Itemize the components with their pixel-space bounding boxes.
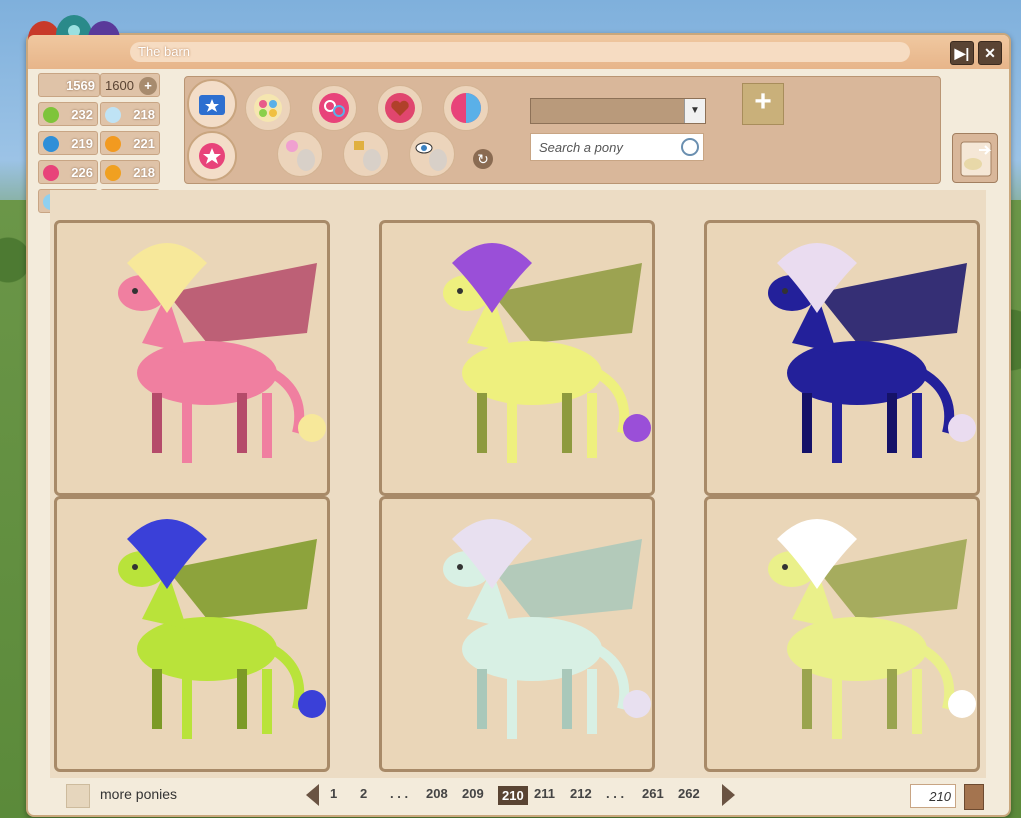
breeds-icon <box>254 94 282 122</box>
pony-card[interactable] <box>704 496 980 772</box>
paw-icon <box>105 165 121 181</box>
go-page-button[interactable] <box>964 784 984 810</box>
plus-icon: + <box>754 85 772 118</box>
skip-icon: ▶| <box>954 45 970 61</box>
page-number-value: 210 <box>929 789 951 804</box>
filter-love[interactable] <box>377 85 423 131</box>
search-placeholder: Search a pony <box>539 140 623 155</box>
filter-trophy-slot[interactable] <box>343 131 389 177</box>
stat-value: 218 <box>133 165 155 180</box>
stat-cloud: 218 <box>100 102 160 126</box>
title-bar[interactable]: The barn ▶| ✕ <box>28 35 1009 69</box>
pony-image <box>443 243 651 463</box>
close-icon: ✕ <box>984 45 996 61</box>
page-link[interactable]: 1 <box>330 786 337 801</box>
stat-water-drop: 219 <box>38 131 98 155</box>
pony-export-icon <box>960 141 992 177</box>
search-input[interactable]: Search a pony <box>530 133 704 161</box>
window-title: The barn <box>130 42 910 62</box>
heart-ring-icon <box>385 93 415 123</box>
pagination-bar: more ponies 1 2 . . . 208 209 210 211 212 . . . 2… <box>28 780 1009 810</box>
stat-apple: 232 <box>38 102 98 126</box>
trophy-drop-icon <box>354 141 381 171</box>
gender-icon <box>319 93 349 123</box>
add-filter-button[interactable]: + <box>742 83 784 125</box>
fire-icon <box>105 136 121 152</box>
filter-breeds[interactable] <box>245 85 291 131</box>
pony-image <box>443 519 651 739</box>
page-link[interactable]: 210 <box>498 786 528 805</box>
pony-image <box>118 519 326 739</box>
filter-eye-slot[interactable] <box>409 131 455 177</box>
page-link[interactable]: 208 <box>426 786 448 801</box>
pony-grid <box>50 190 986 778</box>
barn-window: The barn ▶| ✕ 1569 1600 + 232 218 219 221 22… <box>26 15 1011 817</box>
stat-value: 218 <box>133 107 155 122</box>
pony-card[interactable] <box>54 496 330 772</box>
pony-card[interactable] <box>54 220 330 496</box>
page-link[interactable]: 209 <box>462 786 484 801</box>
heart-icon <box>43 165 59 181</box>
close-button[interactable]: ✕ <box>978 41 1002 65</box>
tab-favorites[interactable] <box>187 131 237 181</box>
cloud-icon <box>105 107 121 123</box>
page-ellipsis: . . . <box>606 786 625 801</box>
stat-value: 219 <box>71 136 93 151</box>
more-ponies-label: more ponies <box>100 786 178 802</box>
stat-paw: 218 <box>100 160 160 184</box>
currency-max: 1600 + <box>100 73 160 97</box>
add-currency-icon[interactable]: + <box>139 77 157 95</box>
water-drop-icon <box>43 136 59 152</box>
pony-image <box>768 519 976 739</box>
pony-image <box>118 243 326 463</box>
pony-drop-icon <box>286 140 315 171</box>
pony-card[interactable] <box>379 220 655 496</box>
page-link[interactable]: 261 <box>642 786 664 801</box>
filter-toolbar: ↻ <box>184 76 941 184</box>
stat-value: 221 <box>133 136 155 151</box>
export-pony-button[interactable] <box>952 133 998 183</box>
filter-gender[interactable] <box>311 85 357 131</box>
apple-icon <box>43 107 59 123</box>
page-ellipsis: . . . <box>390 786 409 801</box>
stat-fire: 221 <box>100 131 160 155</box>
refresh-icon: ↻ <box>477 151 489 167</box>
eye-drop-icon <box>415 142 447 171</box>
breed-select[interactable]: ▼ <box>530 98 706 124</box>
more-ponies-checkbox[interactable] <box>66 784 90 808</box>
filter-parents[interactable] <box>443 85 489 131</box>
pony-card[interactable] <box>379 496 655 772</box>
page-number-input[interactable]: 210 <box>910 784 956 808</box>
stat-heart: 226 <box>38 160 98 184</box>
chevron-down-icon[interactable]: ▼ <box>684 99 705 123</box>
pony-image <box>768 243 976 463</box>
prev-page-arrow-icon[interactable] <box>306 784 319 806</box>
parents-icon <box>451 93 481 123</box>
minimize-button[interactable]: ▶| <box>950 41 974 65</box>
page-link[interactable]: 2 <box>360 786 367 801</box>
refresh-button[interactable]: ↻ <box>473 149 493 169</box>
pony-card[interactable] <box>704 220 980 496</box>
filter-pony-slot[interactable] <box>277 131 323 177</box>
stat-value: 226 <box>71 165 93 180</box>
tab-folder[interactable] <box>187 79 237 129</box>
page-link[interactable]: 211 <box>534 786 555 801</box>
next-page-arrow-icon[interactable] <box>722 784 735 806</box>
page-link[interactable]: 212 <box>570 786 592 801</box>
search-icon[interactable] <box>681 138 699 156</box>
folder-icon <box>199 95 225 115</box>
page-link[interactable]: 262 <box>678 786 700 801</box>
currency-value: 1569 <box>38 73 100 97</box>
star-badge-icon <box>199 143 225 169</box>
stat-value: 232 <box>71 107 93 122</box>
